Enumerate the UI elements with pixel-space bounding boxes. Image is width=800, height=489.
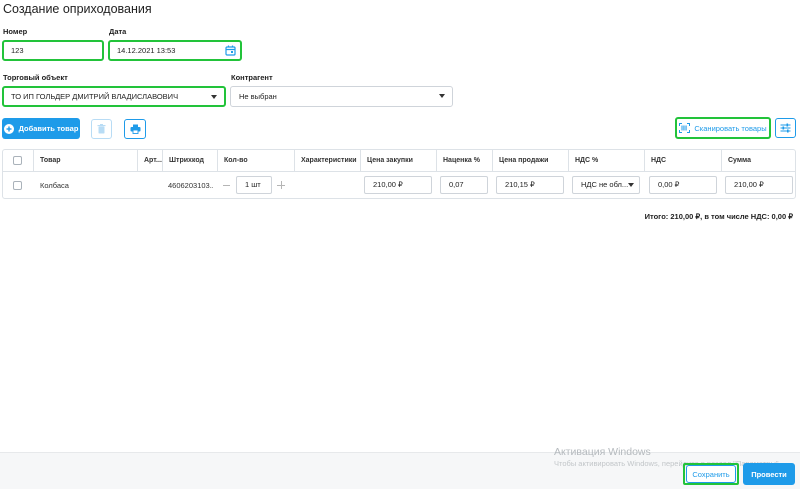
footer-bar [0, 452, 800, 489]
column-header-article[interactable]: Арт... [137, 150, 162, 171]
settings-sliders-icon [780, 123, 791, 133]
quantity-input[interactable]: 1 шт [236, 176, 272, 194]
column-header-markup[interactable]: Наценка % [436, 150, 492, 171]
select-all-checkbox[interactable] [13, 156, 22, 165]
table-settings-button[interactable] [775, 118, 796, 138]
number-input[interactable]: 123 [2, 40, 104, 61]
column-header-characteristics[interactable]: Характеристики [294, 150, 360, 171]
trade-object-select[interactable]: ТО ИП ГОЛЬДЕР ДМИТРИЙ ВЛАДИСЛАВОВИЧ [2, 86, 226, 107]
column-header-sum[interactable]: Сумма [721, 150, 795, 171]
trash-icon [97, 124, 106, 134]
vat-rate-select[interactable]: НДС не обл... [572, 176, 640, 194]
column-header-sale-price[interactable]: Цена продажи [492, 150, 568, 171]
windows-activation-title: Активация Windows [554, 446, 651, 458]
save-button[interactable]: Сохранить [686, 465, 736, 483]
column-header-purchase-price[interactable]: Цена закупки [360, 150, 436, 171]
counterparty-label: Контрагент [231, 73, 273, 82]
page-title: Создание оприходования [3, 2, 152, 16]
row-checkbox[interactable] [13, 181, 22, 190]
counterparty-select[interactable]: Не выбран [230, 86, 453, 107]
plus-circle-icon [3, 123, 14, 134]
purchase-price-input[interactable]: 210,00 ₽ [364, 176, 432, 194]
product-barcode: 4606203103... [168, 181, 213, 190]
sale-price-input[interactable]: 210,15 ₽ [496, 176, 564, 194]
column-header-vat[interactable]: НДС [644, 150, 721, 171]
number-label: Номер [3, 27, 28, 36]
vat-rate-value: НДС не обл... [581, 180, 629, 189]
column-header-barcode[interactable]: Штрихкод [162, 150, 217, 171]
markup-input[interactable]: 0,07 [440, 176, 488, 194]
quantity-decrease-button[interactable] [223, 185, 230, 186]
print-icon [130, 124, 141, 134]
print-button[interactable] [124, 119, 146, 139]
calendar-icon[interactable] [225, 45, 236, 59]
table-row: Колбаса 4606203103... 1 шт 210,00 ₽ 0,07… [3, 172, 795, 198]
column-header-product[interactable]: Товар [33, 150, 137, 171]
add-product-label: Добавить товар [18, 124, 79, 133]
column-header-quantity[interactable]: Кол-во [217, 150, 294, 171]
delete-button[interactable] [91, 119, 112, 139]
add-product-button[interactable]: Добавить товар [2, 118, 80, 139]
chevron-down-icon [628, 183, 634, 187]
table-header: Товар Арт... Штрихкод Кол-во Характерист… [3, 150, 795, 172]
chevron-down-icon [211, 95, 217, 99]
trade-object-value: ТО ИП ГОЛЬДЕР ДМИТРИЙ ВЛАДИСЛАВОВИЧ [11, 92, 179, 101]
quantity-increase-button[interactable] [277, 181, 285, 189]
column-header-vat-rate[interactable]: НДС % [568, 150, 644, 171]
barcode-scan-icon [679, 123, 691, 133]
date-input[interactable]: 14.12.2021 13:53 [108, 40, 242, 61]
date-label: Дата [109, 27, 127, 36]
sum-input[interactable]: 210,00 ₽ [725, 176, 793, 194]
scan-products-button[interactable]: Сканировать товары [675, 117, 771, 139]
counterparty-value: Не выбран [239, 92, 277, 101]
total-summary: Итого: 210,00 ₽, в том числе НДС: 0,00 ₽ [644, 212, 793, 221]
product-name: Колбаса [40, 181, 69, 190]
chevron-down-icon [439, 94, 445, 98]
trade-object-label: Торговый объект [3, 73, 68, 82]
post-button[interactable]: Провести [743, 463, 795, 485]
products-table: Товар Арт... Штрихкод Кол-во Характерист… [2, 149, 796, 199]
vat-input[interactable]: 0,00 ₽ [649, 176, 717, 194]
scan-products-label: Сканировать товары [694, 123, 767, 133]
date-value: 14.12.2021 13:53 [117, 46, 176, 55]
